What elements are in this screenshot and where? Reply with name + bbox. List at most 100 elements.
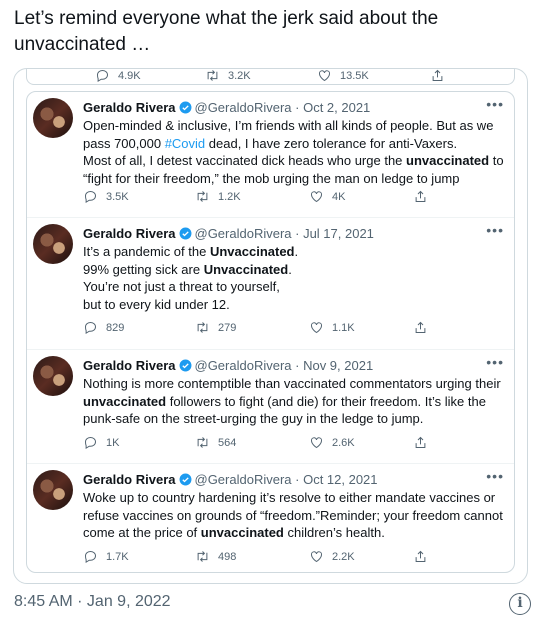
share-button[interactable]: [413, 320, 436, 335]
tweet-date[interactable]: Oct 12, 2021: [303, 472, 377, 487]
info-icon[interactable]: i: [509, 593, 531, 615]
tweet-action-bar: 3.5K 1.2K 4K: [83, 189, 504, 207]
author-handle[interactable]: @GeraldoRivera: [195, 472, 292, 487]
like-count: 13.5K: [340, 69, 369, 82]
tweet[interactable]: Geraldo Rivera @GeraldoRivera · Oct 12, 2…: [27, 464, 514, 572]
verified-badge-icon: [179, 101, 191, 114]
more-icon[interactable]: •••: [486, 222, 504, 238]
reply-button[interactable]: 1K: [83, 435, 119, 450]
tweet-text-line: Most of all, I detest vaccinated dick he…: [83, 152, 504, 170]
tweet-timestamp[interactable]: 8:45 AM · Jan 9, 2022: [14, 593, 171, 611]
more-icon[interactable]: •••: [486, 468, 504, 484]
avatar[interactable]: [33, 224, 73, 264]
tweet-header: Geraldo Rivera @GeraldoRivera · Nov 9, 20…: [83, 358, 374, 373]
retweet-icon: [207, 70, 218, 81]
author-name[interactable]: Geraldo Rivera: [83, 358, 176, 373]
more-icon[interactable]: •••: [486, 354, 504, 370]
avatar[interactable]: [33, 470, 73, 510]
tweet[interactable]: Geraldo Rivera @GeraldoRivera · Oct 2, 20…: [27, 92, 514, 218]
author-name[interactable]: Geraldo Rivera: [83, 472, 176, 487]
tweet-date[interactable]: Oct 2, 2021: [303, 100, 370, 115]
tweet-text-line: come at the price of unvaccinated childr…: [83, 524, 500, 542]
author-handle[interactable]: @GeraldoRivera: [195, 100, 292, 115]
retweet-button[interactable]: 1.2K: [195, 189, 241, 204]
tweet-text-line: Nothing is more contemptible than vaccin…: [83, 375, 501, 393]
reply-button[interactable]: 3.5K: [83, 189, 129, 204]
reply-icon: [96, 69, 109, 83]
tweet-action-bar: 1K 564 2.6K: [83, 435, 504, 453]
retweet-count: 3.2K: [228, 69, 251, 82]
tweet-header: Geraldo Rivera @GeraldoRivera · Jul 17, 2…: [83, 226, 374, 241]
like-icon: [319, 70, 330, 82]
tweet[interactable]: Geraldo Rivera @GeraldoRivera · Jul 17, 2…: [27, 218, 514, 350]
avatar[interactable]: [33, 98, 73, 138]
like-button[interactable]: 13.5K: [317, 69, 369, 83]
like-icon: [311, 437, 322, 449]
retweet-button[interactable]: 564: [195, 435, 236, 450]
like-button[interactable]: 1.1K: [309, 320, 355, 335]
tweet[interactable]: Geraldo Rivera @GeraldoRivera · Nov 9, 20…: [27, 350, 514, 464]
reply-button[interactable]: 829: [83, 320, 124, 335]
share-icon: [415, 190, 426, 202]
author-handle[interactable]: @GeraldoRivera: [195, 226, 292, 241]
author-name[interactable]: Geraldo Rivera: [83, 100, 176, 115]
tweet-text-line: You’re not just a threat to yourself,: [83, 278, 500, 296]
like-button[interactable]: 2.2K: [309, 549, 355, 564]
share-button[interactable]: [430, 69, 453, 83]
text-segment: Nothing is more contemptible than vaccin…: [83, 376, 501, 391]
tweet-date[interactable]: Jul 17, 2021: [303, 226, 374, 241]
text-segment: come at the price of: [83, 525, 201, 541]
author-handle[interactable]: @GeraldoRivera: [195, 358, 292, 373]
verified-badge-icon: [179, 473, 191, 486]
reply-button[interactable]: 1.7K: [83, 549, 129, 564]
verified-badge-icon: [179, 227, 191, 240]
tweet-action-bar: 829 279 1.1K: [83, 320, 504, 338]
retweet-count: 279: [218, 321, 237, 334]
retweet-count: 1.2K: [218, 190, 241, 203]
like-button[interactable]: 4K: [309, 189, 345, 204]
retweet-icon: [197, 437, 208, 448]
tweet-date[interactable]: Nov 9, 2021: [303, 358, 373, 373]
text-segment: unvaccinated: [83, 393, 167, 409]
tweet-caption: Let’s remind everyone what the jerk said…: [14, 8, 439, 55]
share-button[interactable]: [413, 435, 436, 450]
text-segment: Woke up to country hardening it’s resolv…: [83, 490, 496, 505]
text-segment: unvaccinated: [406, 153, 490, 169]
share-button[interactable]: [413, 189, 436, 204]
tweet-text: It’s a pandemic of the Unvaccinated. 99% …: [83, 243, 500, 313]
like-icon: [311, 191, 322, 203]
retweet-count: 564: [218, 436, 237, 449]
like-icon: [311, 551, 322, 563]
reply-icon: [84, 190, 97, 204]
like-button[interactable]: 2.6K: [309, 435, 355, 450]
tweet-header: Geraldo Rivera @GeraldoRivera · Oct 2, 20…: [83, 100, 371, 115]
share-icon: [415, 436, 426, 448]
like-count: 2.6K: [332, 436, 355, 449]
text-segment: followers to fight (and die) for their f…: [166, 393, 486, 409]
reply-button[interactable]: 4.9K: [95, 69, 141, 83]
retweet-button[interactable]: 3.2K: [205, 69, 251, 83]
hashtag-link[interactable]: #Covid: [165, 136, 205, 151]
retweet-button[interactable]: 498: [195, 549, 236, 564]
author-name[interactable]: Geraldo Rivera: [83, 226, 176, 241]
reply-count: 3.5K: [106, 190, 129, 203]
text-segment: It’s a pandemic of the: [83, 244, 210, 259]
retweet-button[interactable]: 279: [195, 320, 236, 335]
text-segment: Unvaccinated: [209, 244, 295, 259]
reply-icon: [84, 321, 97, 335]
text-segment: “fight for their freedom,” the mob urgin…: [83, 170, 460, 186]
tweet-text-line: punk-safe on the street-urging the guy i…: [83, 410, 500, 428]
text-segment: refuse vaccines on grounds of “freedom.”…: [83, 507, 503, 523]
avatar[interactable]: [33, 356, 73, 396]
more-icon[interactable]: •••: [486, 96, 504, 112]
retweet-count: 498: [218, 550, 237, 563]
tweet-text-line: It’s a pandemic of the Unvaccinated.: [83, 243, 500, 261]
tweet-text-line: refuse vaccines on grounds of “freedom.”…: [83, 507, 503, 525]
text-segment: Open-minded & inclusive, I’m friends wit…: [83, 118, 494, 133]
quoted-top-action-bar: 4.9K 3.2K 13.5K: [26, 69, 515, 85]
like-count: 1.1K: [332, 321, 355, 334]
reply-icon: [84, 436, 97, 450]
share-button[interactable]: [413, 549, 436, 564]
tweet-header: Geraldo Rivera @GeraldoRivera · Oct 12, 2…: [83, 472, 378, 487]
reply-icon: [84, 550, 97, 564]
